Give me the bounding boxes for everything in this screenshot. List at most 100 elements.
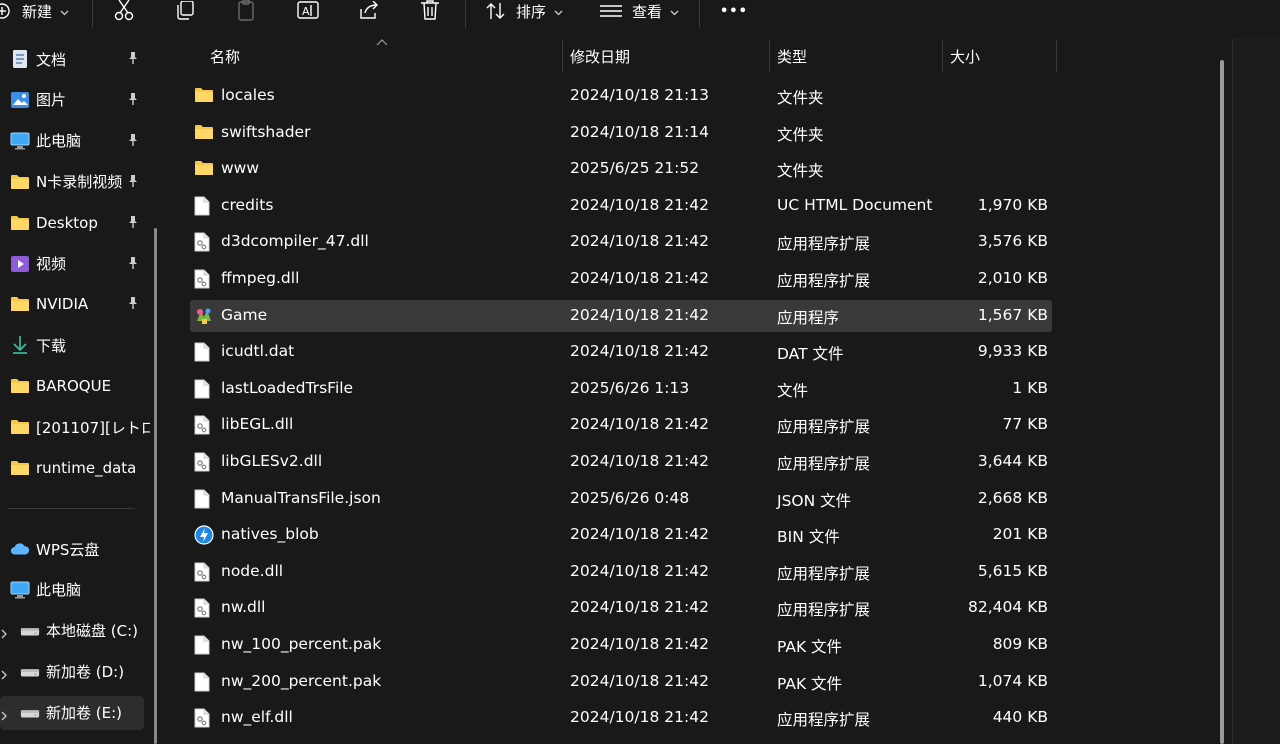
column-header-name[interactable]: 名称 — [210, 38, 240, 74]
sidebar-item[interactable]: 此电脑 — [0, 124, 150, 158]
pin-icon[interactable] — [126, 51, 142, 67]
file-icon — [194, 489, 214, 509]
copy-button[interactable] — [175, 0, 195, 22]
chevron-right-icon[interactable] — [0, 707, 10, 721]
file-type: PAK 文件 — [777, 638, 843, 656]
sidebar-item[interactable]: runtime_data — [0, 451, 150, 485]
pin-icon[interactable] — [126, 174, 142, 190]
sidebar-location-label: 本地磁盘 (C:) — [46, 622, 138, 641]
file-name: locales — [221, 86, 275, 104]
file-row[interactable]: lastLoadedTrsFile 2025/6/26 1:13 文件 1 KB — [190, 373, 1052, 405]
sidebar-item[interactable]: 视频 — [0, 247, 150, 281]
sort-button[interactable]: 排序 — [486, 0, 563, 22]
file-type: PAK 文件 — [777, 674, 843, 693]
file-row[interactable]: credits 2024/10/18 21:42 UC HTML Document 1… — [190, 190, 1052, 222]
file-size: 3,576 KB — [977, 232, 1048, 251]
file-row[interactable]: Game 2024/10/18 21:42 应用程序 1,567 KB — [190, 299, 1052, 332]
sidebar-item-label: 图片 — [36, 91, 67, 110]
file-name: www — [221, 159, 260, 178]
file-date: 2024/10/18 21:42 — [570, 671, 709, 690]
sidebar-item[interactable]: [201107][レトロ — [0, 410, 150, 444]
pin-icon[interactable] — [126, 296, 142, 312]
more-options-button[interactable]: ••• — [720, 0, 748, 22]
cut-icon — [114, 0, 134, 22]
sidebar-location[interactable]: WPS云盘 — [0, 532, 150, 566]
column-divider[interactable] — [562, 40, 563, 72]
file-date: 2024/10/18 21:42 — [570, 232, 709, 251]
file-row[interactable]: nw_100_percent.pak 2024/10/18 21:42 PAK 文件… — [190, 629, 1052, 661]
folder-icon — [10, 376, 30, 396]
file-row[interactable]: www 2025/6/25 21:52 文件夹 — [190, 153, 1052, 185]
sidebar-location[interactable]: 本地磁盘 (C:) — [0, 614, 150, 648]
sidebar-location[interactable]: 新加卷 (D:) — [0, 655, 150, 689]
file-type: 文件夹 — [777, 162, 824, 181]
file-type: 应用程序扩展 — [777, 455, 871, 473]
file-row[interactable]: libEGL.dll 2024/10/18 21:42 应用程序扩展 77 KB — [190, 409, 1052, 441]
paste-button[interactable] — [236, 0, 256, 22]
sidebar-location[interactable]: 此电脑 — [0, 573, 150, 607]
file-row[interactable]: icudtl.dat 2024/10/18 21:42 DAT 文件 9,933 KB — [190, 336, 1052, 368]
dll-icon — [194, 562, 214, 582]
sidebar-location-label: 新加卷 (D:) — [46, 663, 125, 682]
file-row[interactable]: libGLESv2.dll 2024/10/18 21:42 应用程序扩展 3,644… — [190, 446, 1052, 478]
sidebar-item-label: NVIDIA — [36, 295, 89, 314]
chevron-right-icon[interactable] — [0, 625, 10, 639]
sidebar-scrollbar[interactable] — [154, 228, 157, 744]
chevron-down-icon — [60, 2, 69, 20]
column-divider[interactable] — [769, 40, 770, 72]
sidebar-item[interactable]: NVIDIA — [0, 287, 150, 321]
new-button[interactable]: 新建 — [0, 0, 69, 22]
file-name: d3dcompiler_47.dll — [221, 232, 369, 251]
sidebar-item-label: 文档 — [36, 50, 67, 69]
sidebar-item[interactable]: BAROQUE — [0, 369, 150, 403]
view-button[interactable]: 查看 — [600, 0, 679, 22]
sidebar-item[interactable]: Desktop — [0, 206, 150, 240]
sidebar-location-label: WPS云盘 — [36, 540, 100, 559]
cut-button[interactable] — [114, 0, 134, 22]
file-name: nw.dll — [221, 598, 266, 617]
file-row[interactable]: node.dll 2024/10/18 21:42 应用程序扩展 5,615 KB — [190, 556, 1052, 588]
delete-button[interactable] — [420, 0, 440, 22]
file-row[interactable]: nw.dll 2024/10/18 21:42 应用程序扩展 82,404 KB — [190, 592, 1052, 624]
file-type: 应用程序扩展 — [777, 272, 871, 290]
sidebar-item[interactable]: 下载 — [0, 328, 150, 362]
file-row[interactable]: ManualTransFile.json 2025/6/26 0:48 JSON 文… — [190, 483, 1052, 515]
pin-icon[interactable] — [126, 133, 142, 149]
column-header-size[interactable]: 大小 — [950, 38, 980, 74]
share-button[interactable] — [358, 0, 380, 22]
sidebar-item[interactable]: 文档 — [0, 42, 150, 76]
computer-icon — [10, 580, 30, 600]
file-row[interactable]: locales 2024/10/18 21:13 文件夹 — [190, 80, 1052, 112]
chevron-right-icon[interactable] — [0, 666, 10, 680]
file-list-scrollbar[interactable] — [1220, 60, 1224, 744]
folder-icon — [10, 294, 30, 314]
sidebar-item-label: 下载 — [36, 336, 67, 355]
file-row[interactable]: d3dcompiler_47.dll 2024/10/18 21:42 应用程序扩展… — [190, 226, 1052, 258]
sidebar-item[interactable]: N卡录制视频 — [0, 165, 150, 199]
pin-icon[interactable] — [126, 215, 142, 231]
file-size: 2,668 KB — [977, 488, 1048, 507]
file-date: 2025/6/25 21:52 — [570, 159, 700, 178]
file-type: 文件夹 — [777, 89, 824, 107]
file-row[interactable]: swiftshader 2024/10/18 21:14 文件夹 — [190, 117, 1052, 149]
sort-ascending-icon — [376, 39, 388, 46]
pin-icon[interactable] — [126, 92, 142, 108]
column-header-type[interactable]: 类型 — [777, 38, 807, 74]
file-row[interactable]: natives_blob 2024/10/18 21:42 BIN 文件 201 KB — [190, 519, 1052, 551]
column-header-date[interactable]: 修改日期 — [570, 38, 630, 74]
dll-icon — [194, 598, 214, 618]
file-row[interactable]: ffmpeg.dll 2024/10/18 21:42 应用程序扩展 2,010 KB — [190, 263, 1052, 295]
file-name: nw_200_percent.pak — [221, 671, 382, 690]
file-name: Game — [221, 305, 268, 324]
file-type: 应用程序扩展 — [777, 564, 871, 583]
rename-button[interactable]: A — [297, 0, 319, 22]
sidebar-location[interactable]: 新加卷 (E:) — [0, 695, 144, 730]
file-date: 2024/10/18 21:42 — [570, 561, 709, 580]
sidebar-item[interactable]: 图片 — [0, 83, 150, 117]
column-divider[interactable] — [1056, 40, 1057, 72]
column-divider[interactable] — [942, 40, 943, 72]
pin-icon[interactable] — [126, 256, 142, 272]
dll-icon — [194, 269, 214, 289]
file-row[interactable]: nw_elf.dll 2024/10/18 21:42 应用程序扩展 440 KB — [190, 702, 1052, 734]
file-row[interactable]: nw_200_percent.pak 2024/10/18 21:42 PAK 文件… — [190, 666, 1052, 698]
